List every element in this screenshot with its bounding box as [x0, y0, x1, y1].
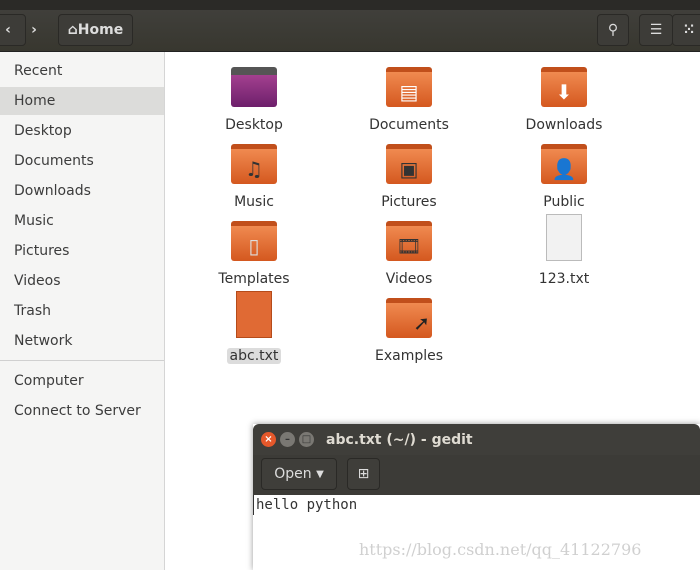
text-file-icon: [546, 214, 582, 261]
top-panel: [0, 0, 700, 10]
grid-icon: ⁙: [683, 22, 695, 38]
sidebar-item-computer[interactable]: Computer: [0, 367, 164, 395]
window-title: abc.txt (~/) - gedit: [326, 431, 473, 448]
minimize-icon[interactable]: –: [280, 432, 295, 447]
templates-folder-icon: ▯: [231, 221, 277, 261]
desktop-folder-icon: [231, 67, 277, 107]
sidebar-item-network[interactable]: Network: [0, 327, 164, 355]
search-button[interactable]: ⚲: [597, 14, 629, 46]
search-icon: ⚲: [607, 22, 619, 38]
home-icon: ⌂: [67, 22, 78, 38]
videos-folder-icon: 🎞: [386, 221, 432, 261]
text-editor[interactable]: hello python: [253, 495, 700, 515]
file-item-examples[interactable]: ➚ Examples: [349, 298, 469, 364]
sidebar: Recent Home Desktop Documents Downloads …: [0, 52, 165, 570]
pictures-folder-icon: ▣: [386, 144, 432, 184]
sidebar-item-documents[interactable]: Documents: [0, 147, 164, 175]
grid-view-button[interactable]: ⁙: [672, 14, 700, 46]
file-item-videos[interactable]: 🎞 Videos: [349, 221, 469, 287]
location-home-button[interactable]: ⌂ Home: [58, 14, 133, 46]
sidebar-item-videos[interactable]: Videos: [0, 267, 164, 295]
file-item-music[interactable]: ♫ Music: [194, 144, 314, 210]
sidebar-item-recent[interactable]: Recent: [0, 57, 164, 85]
list-view-button[interactable]: ☰: [639, 14, 673, 46]
watermark: https://blog.csdn.net/qq_41122796: [359, 540, 642, 559]
music-folder-icon: ♫: [231, 144, 277, 184]
chevron-down-icon: ▼: [316, 468, 324, 480]
sidebar-item-home[interactable]: Home: [0, 87, 164, 115]
sidebar-item-connect-to-server[interactable]: Connect to Server: [0, 397, 164, 425]
new-tab-button[interactable]: ⊞: [347, 458, 380, 490]
file-item-pictures[interactable]: ▣ Pictures: [349, 144, 469, 210]
new-document-icon: ⊞: [357, 466, 370, 482]
gedit-toolbar: Open ▼ ⊞: [253, 455, 700, 495]
header-bar: ‹ › ⌂ Home ⚲ ☰ ⁙: [0, 10, 700, 52]
sidebar-divider: [0, 360, 164, 361]
documents-folder-icon: ▤: [386, 67, 432, 107]
downloads-folder-icon: ⬇: [541, 67, 587, 107]
file-item-public[interactable]: 👤 Public: [504, 144, 624, 210]
file-item-downloads[interactable]: ⬇ Downloads: [504, 67, 624, 133]
link-folder-icon: ➚: [386, 298, 432, 338]
file-item-abc-txt[interactable]: abc.txt: [194, 291, 314, 364]
sidebar-item-desktop[interactable]: Desktop: [0, 117, 164, 145]
list-icon: ☰: [649, 22, 663, 38]
maximize-icon[interactable]: □: [299, 432, 314, 447]
close-icon[interactable]: ×: [261, 432, 276, 447]
text-file-orange-icon: [236, 291, 272, 338]
open-button[interactable]: Open ▼: [261, 458, 337, 490]
file-item-templates[interactable]: ▯ Templates: [194, 221, 314, 287]
sidebar-item-downloads[interactable]: Downloads: [0, 177, 164, 205]
sidebar-item-trash[interactable]: Trash: [0, 297, 164, 325]
gedit-titlebar[interactable]: × – □ abc.txt (~/) - gedit: [253, 424, 700, 455]
file-item-documents[interactable]: ▤ Documents: [349, 67, 469, 133]
public-folder-icon: 👤: [541, 144, 587, 184]
sidebar-item-pictures[interactable]: Pictures: [0, 237, 164, 265]
file-item-desktop[interactable]: Desktop: [194, 67, 314, 133]
sidebar-item-music[interactable]: Music: [0, 207, 164, 235]
forward-button[interactable]: ›: [18, 14, 50, 46]
file-item-123-txt[interactable]: 123.txt: [504, 214, 624, 287]
